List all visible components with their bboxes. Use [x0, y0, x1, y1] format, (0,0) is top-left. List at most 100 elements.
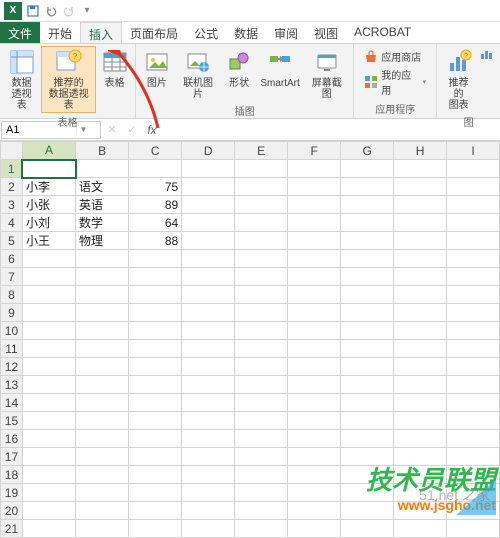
cell-H1[interactable]	[394, 160, 447, 178]
cell-D15[interactable]	[182, 412, 235, 430]
cell-D18[interactable]	[182, 466, 235, 484]
save-icon[interactable]	[26, 4, 40, 18]
cell-H16[interactable]	[394, 430, 447, 448]
cell-C17[interactable]	[129, 448, 182, 466]
cell-G10[interactable]	[341, 322, 394, 340]
tab-review[interactable]: 审阅	[266, 22, 306, 43]
cell-B20[interactable]	[76, 502, 129, 520]
qat-customize-icon[interactable]: ▾	[80, 4, 94, 18]
cell-I3[interactable]	[447, 196, 500, 214]
pivot-table-button[interactable]: 数据 透视表	[4, 46, 39, 113]
cell-F19[interactable]	[288, 484, 341, 502]
cell-F18[interactable]	[288, 466, 341, 484]
row-header-12[interactable]: 12	[1, 358, 23, 376]
cell-C6[interactable]	[129, 250, 182, 268]
cell-B18[interactable]	[76, 466, 129, 484]
undo-icon[interactable]	[44, 4, 58, 18]
cell-H12[interactable]	[394, 358, 447, 376]
cell-G20[interactable]	[341, 502, 394, 520]
cell-A2[interactable]: 小李	[22, 178, 75, 196]
cell-A6[interactable]	[22, 250, 75, 268]
cell-I20[interactable]	[447, 502, 500, 520]
cell-F1[interactable]	[288, 160, 341, 178]
spreadsheet-grid[interactable]: ABCDEFGHI12小李语文753小张英语894小刘数学645小王物理8867…	[0, 141, 500, 538]
cell-H19[interactable]	[394, 484, 447, 502]
cell-F13[interactable]	[288, 376, 341, 394]
cell-H20[interactable]	[394, 502, 447, 520]
cell-H10[interactable]	[394, 322, 447, 340]
cell-I1[interactable]	[447, 160, 500, 178]
cell-C15[interactable]	[129, 412, 182, 430]
cell-H14[interactable]	[394, 394, 447, 412]
col-header-E[interactable]: E	[235, 142, 288, 160]
cell-E7[interactable]	[235, 268, 288, 286]
cell-A10[interactable]	[22, 322, 75, 340]
cell-E9[interactable]	[235, 304, 288, 322]
tab-home[interactable]: 开始	[40, 22, 80, 43]
cell-F3[interactable]	[288, 196, 341, 214]
cell-F2[interactable]	[288, 178, 341, 196]
tab-insert[interactable]: 插入	[80, 22, 122, 43]
cell-I13[interactable]	[447, 376, 500, 394]
cell-A13[interactable]	[22, 376, 75, 394]
cell-D3[interactable]	[182, 196, 235, 214]
cell-C2[interactable]: 75	[129, 178, 182, 196]
col-header-G[interactable]: G	[341, 142, 394, 160]
cell-B10[interactable]	[76, 322, 129, 340]
cell-C10[interactable]	[129, 322, 182, 340]
cell-H21[interactable]	[394, 520, 447, 538]
cell-A5[interactable]: 小王	[22, 232, 75, 250]
row-header-8[interactable]: 8	[1, 286, 23, 304]
row-header-21[interactable]: 21	[1, 520, 23, 538]
cell-F5[interactable]	[288, 232, 341, 250]
store-button[interactable]: 应用商店	[360, 48, 430, 65]
cell-G19[interactable]	[341, 484, 394, 502]
cell-A16[interactable]	[22, 430, 75, 448]
cell-C19[interactable]	[129, 484, 182, 502]
cell-I14[interactable]	[447, 394, 500, 412]
cell-F7[interactable]	[288, 268, 341, 286]
cell-G2[interactable]	[341, 178, 394, 196]
cell-F4[interactable]	[288, 214, 341, 232]
tab-file[interactable]: 文件	[0, 22, 40, 43]
cell-I7[interactable]	[447, 268, 500, 286]
cell-C5[interactable]: 88	[129, 232, 182, 250]
cell-H6[interactable]	[394, 250, 447, 268]
cell-E3[interactable]	[235, 196, 288, 214]
cell-F12[interactable]	[288, 358, 341, 376]
row-header-9[interactable]: 9	[1, 304, 23, 322]
cell-A21[interactable]	[22, 520, 75, 538]
cell-C7[interactable]	[129, 268, 182, 286]
row-header-3[interactable]: 3	[1, 196, 23, 214]
row-header-14[interactable]: 14	[1, 394, 23, 412]
cell-A11[interactable]	[22, 340, 75, 358]
smartart-button[interactable]: SmartArt	[258, 46, 302, 91]
cell-G4[interactable]	[341, 214, 394, 232]
cell-A8[interactable]	[22, 286, 75, 304]
cell-E8[interactable]	[235, 286, 288, 304]
cell-E2[interactable]	[235, 178, 288, 196]
cell-D20[interactable]	[182, 502, 235, 520]
cell-G8[interactable]	[341, 286, 394, 304]
cell-C12[interactable]	[129, 358, 182, 376]
cell-E13[interactable]	[235, 376, 288, 394]
cell-D2[interactable]	[182, 178, 235, 196]
cell-E21[interactable]	[235, 520, 288, 538]
cell-E19[interactable]	[235, 484, 288, 502]
row-header-6[interactable]: 6	[1, 250, 23, 268]
recommended-charts-button[interactable]: ? 推荐的 图表	[441, 46, 476, 113]
cell-E11[interactable]	[235, 340, 288, 358]
cell-D12[interactable]	[182, 358, 235, 376]
cell-D4[interactable]	[182, 214, 235, 232]
cell-E5[interactable]	[235, 232, 288, 250]
cell-A12[interactable]	[22, 358, 75, 376]
col-header-C[interactable]: C	[129, 142, 182, 160]
tab-view[interactable]: 视图	[306, 22, 346, 43]
cell-I17[interactable]	[447, 448, 500, 466]
redo-icon[interactable]	[62, 4, 76, 18]
tab-acrobat[interactable]: ACROBAT	[346, 22, 419, 43]
recommended-pivot-button[interactable]: ? 推荐的 数据透视表	[41, 46, 96, 113]
cell-I2[interactable]	[447, 178, 500, 196]
cell-A7[interactable]	[22, 268, 75, 286]
cell-G17[interactable]	[341, 448, 394, 466]
